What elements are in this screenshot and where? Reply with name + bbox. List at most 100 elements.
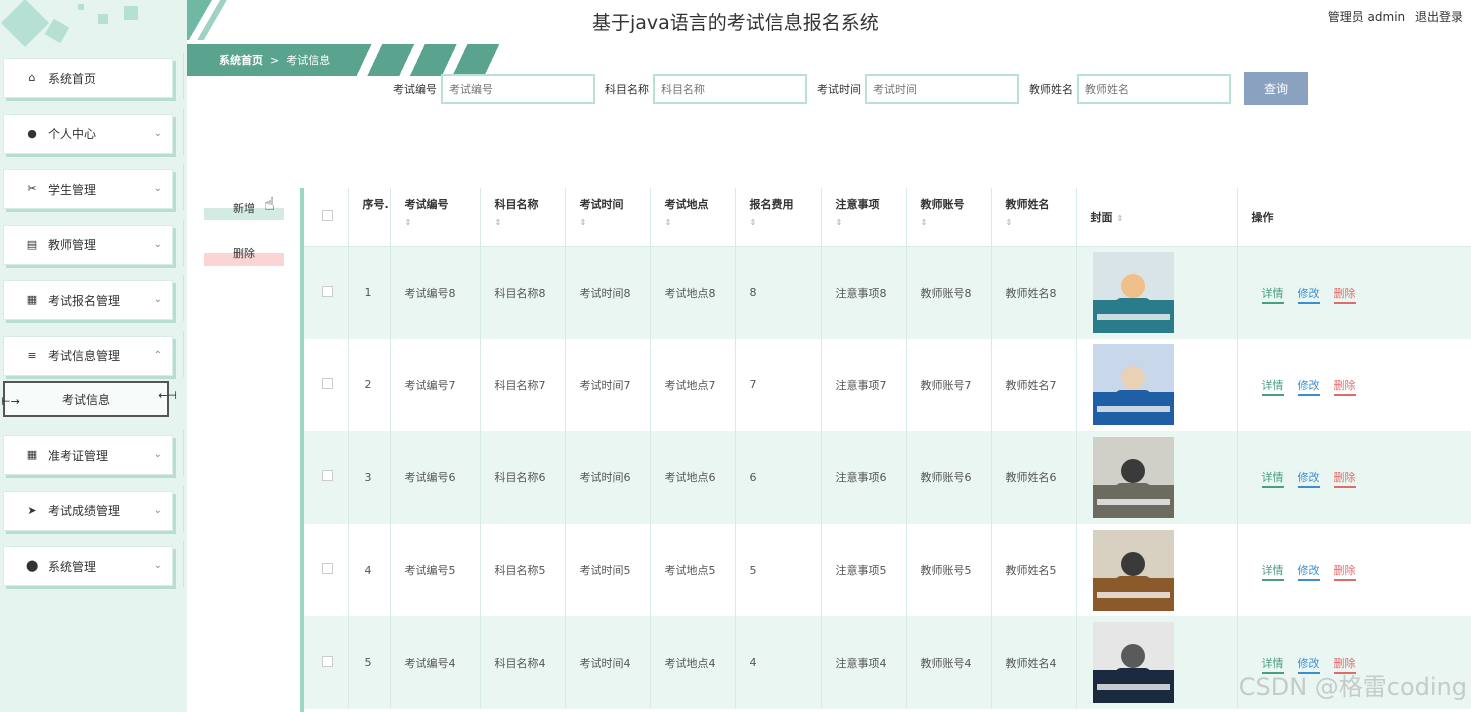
- sort-icon[interactable]: ⇕: [921, 218, 991, 227]
- search-input[interactable]: [1077, 74, 1231, 104]
- cell-exam_no: 考试编号6: [390, 431, 481, 524]
- sidebar-item-5[interactable]: ≡ 考试信息管理 ⌃: [3, 330, 184, 377]
- cell-no: 1: [348, 246, 391, 339]
- row-checkbox[interactable]: [322, 655, 333, 667]
- select-all-checkbox[interactable]: [322, 210, 333, 221]
- cell-time: 考试时间8: [565, 246, 651, 339]
- cover-thumbnail[interactable]: [1092, 436, 1174, 518]
- clipboard-icon: ▤: [26, 237, 38, 251]
- delete-button[interactable]: 删除: [204, 240, 284, 266]
- search-field-1: 科目名称: [605, 74, 807, 104]
- sidebar-subitem-exam-info[interactable]: ⊢→ 考试信息 ←⊣: [1, 381, 177, 417]
- row-checkbox[interactable]: [322, 377, 333, 389]
- sidebar-item-3[interactable]: ▤ 教师管理 ⌄: [3, 219, 184, 266]
- hand-cursor-icon: ☝: [264, 194, 275, 215]
- column-header: 考试编号 ⇕: [390, 188, 481, 247]
- app-title: 基于java语言的考试信息报名系统: [592, 12, 879, 34]
- column-label: 封面: [1090, 210, 1113, 224]
- row-checkbox[interactable]: [322, 563, 333, 575]
- cover-thumbnail[interactable]: [1092, 529, 1174, 611]
- logout-link[interactable]: 退出登录: [1415, 10, 1463, 24]
- sort-icon[interactable]: ⇕: [495, 218, 565, 227]
- row-checkbox[interactable]: [322, 285, 333, 297]
- remove-link[interactable]: 删除: [1333, 286, 1356, 304]
- column-label: 教师账号: [920, 198, 965, 211]
- sort-icon[interactable]: ⇕: [1116, 214, 1123, 223]
- cell-time: 考试时间6: [565, 431, 651, 524]
- remove-link[interactable]: 删除: [1333, 564, 1356, 582]
- sort-icon[interactable]: ⇕: [750, 218, 821, 227]
- column-header[interactable]: 封面 ⇕: [1076, 188, 1238, 247]
- row-checkbox[interactable]: [322, 470, 333, 482]
- breadcrumb-home[interactable]: 系统首页: [219, 52, 263, 68]
- sort-icon[interactable]: ⇕: [836, 218, 906, 227]
- cell-fee: 7: [735, 338, 822, 432]
- cell-no: 5: [348, 616, 391, 709]
- column-label: 科目名称: [494, 198, 539, 211]
- remove-link[interactable]: 删除: [1333, 471, 1356, 489]
- send-icon: ➤: [27, 503, 37, 517]
- breadcrumb-separator: >: [270, 53, 280, 67]
- sidebar-item-6[interactable]: ▦ 准考证管理 ⌄: [3, 430, 184, 476]
- search-label: 考试编号: [393, 83, 437, 96]
- table-row: 4 考试编号5 科目名称5 考试时间5 考试地点5 5 注意事项5 教师账号5 教师姓名5 详情修…: [304, 523, 1471, 617]
- detail-link[interactable]: 详情: [1261, 286, 1284, 304]
- detail-link[interactable]: 详情: [1261, 564, 1284, 582]
- edit-link[interactable]: 修改: [1297, 378, 1320, 396]
- cell-exam_no: 考试编号7: [390, 338, 481, 432]
- sidebar-item-7[interactable]: ➤ 考试成绩管理 ⌄: [3, 485, 184, 532]
- select-all-header: [304, 188, 349, 247]
- search-field-0: 考试编号: [393, 74, 595, 104]
- search-field-2: 考试时间: [817, 74, 1019, 104]
- sidebar-item-1[interactable]: ● 个人中心 ⌄: [3, 108, 184, 155]
- breadcrumb-current: 考试信息: [286, 54, 331, 67]
- cell-fee: 6: [735, 431, 822, 524]
- edit-link[interactable]: 修改: [1297, 471, 1320, 489]
- sort-icon[interactable]: ⇕: [580, 218, 650, 227]
- decor-square: [124, 6, 138, 20]
- edit-link[interactable]: 修改: [1297, 286, 1320, 304]
- chevron-icon: ⌄: [153, 294, 162, 305]
- cell-operations: 详情 修改 删除: [1237, 523, 1471, 617]
- sort-icon[interactable]: ⇕: [1006, 218, 1076, 227]
- sort-icon[interactable]: ⇕: [405, 218, 480, 227]
- sort-icon[interactable]: ⇕: [665, 218, 735, 227]
- cell-account: 教师账号5: [906, 523, 992, 617]
- cell-account: 教师账号4: [906, 616, 992, 709]
- cover-thumbnail[interactable]: [1092, 252, 1174, 334]
- cover-thumbnail[interactable]: [1092, 344, 1174, 426]
- cell-notes: 注意事项5: [821, 523, 907, 617]
- column-label: 教师姓名: [1005, 198, 1050, 211]
- sidebar-item-0[interactable]: ⌂ 系统首页: [3, 53, 184, 99]
- search-label: 考试时间: [817, 83, 861, 96]
- decor-square: [0, 0, 50, 48]
- query-button[interactable]: 查询: [1244, 72, 1308, 105]
- search-input[interactable]: [653, 74, 807, 104]
- cell-exam_no: 考试编号5: [390, 523, 481, 617]
- cell-no: 2: [348, 338, 391, 432]
- cell-time: 考试时间5: [565, 523, 651, 617]
- user-info: 管理员 admin 退出登录: [1322, 8, 1463, 25]
- decor-lines: [170, 108, 184, 155]
- decor-square: [98, 14, 108, 24]
- decor-lines: [170, 219, 184, 266]
- chevron-icon: ⌄: [153, 127, 162, 139]
- sidebar-item-8[interactable]: ⬤ 系统管理 ⌄: [3, 541, 184, 587]
- column-header: 注意事项 ⇕: [821, 188, 907, 247]
- detail-link[interactable]: 详情: [1261, 378, 1284, 396]
- remove-link[interactable]: 删除: [1333, 378, 1356, 396]
- search-form: 考试编号 科目名称 考试时间 教师姓名: [393, 74, 1241, 104]
- row-select-cell: [304, 338, 349, 432]
- sidebar-item-4[interactable]: ▦ 考试报名管理 ⌄: [3, 275, 184, 321]
- cover-thumbnail[interactable]: [1092, 622, 1174, 704]
- cell-place: 考试地点4: [650, 616, 736, 709]
- cell-fee: 4: [735, 616, 822, 709]
- header-decor: [187, 0, 247, 40]
- search-input[interactable]: [441, 74, 595, 104]
- row-select-cell: [304, 616, 349, 709]
- sidebar-item-2[interactable]: ✂ 学生管理 ⌄: [3, 164, 184, 210]
- search-label: 教师姓名: [1029, 83, 1073, 96]
- edit-link[interactable]: 修改: [1297, 564, 1320, 582]
- detail-link[interactable]: 详情: [1261, 471, 1284, 489]
- search-input[interactable]: [865, 74, 1019, 104]
